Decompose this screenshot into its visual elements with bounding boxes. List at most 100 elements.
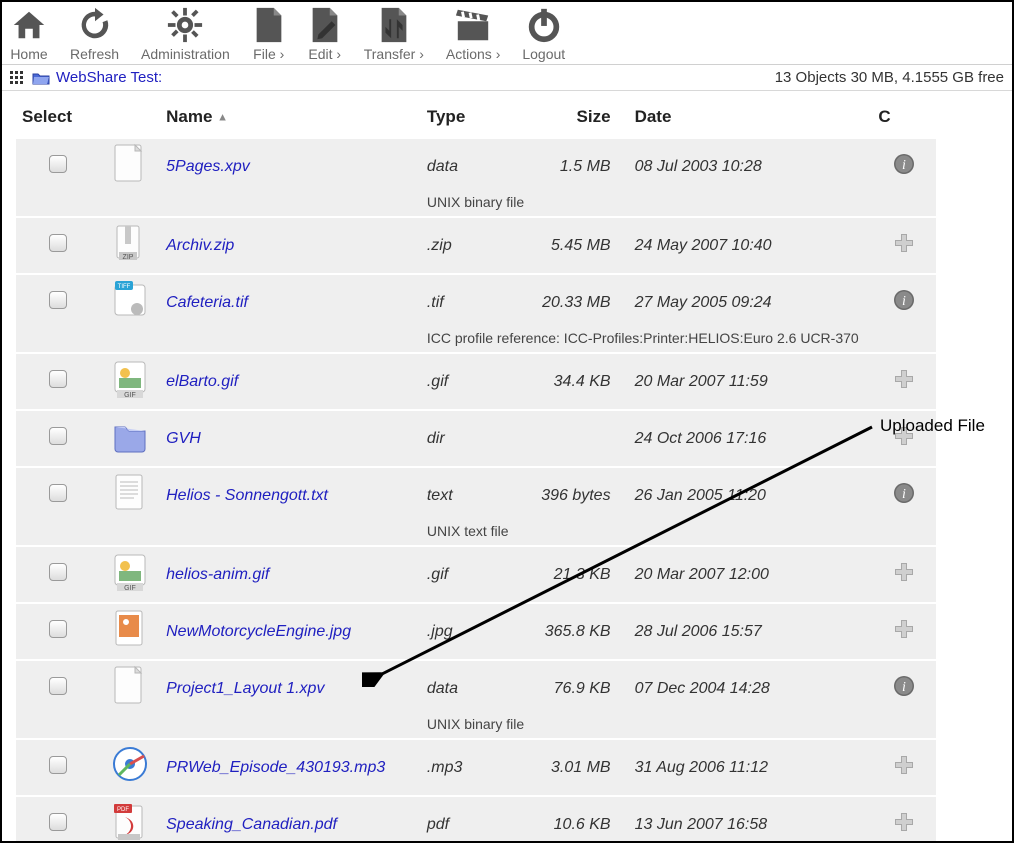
file-label: File › xyxy=(253,46,284,62)
col-c[interactable]: C xyxy=(872,99,936,138)
file-date: 08 Jul 2003 10:28 xyxy=(629,138,873,194)
file-date: 13 Jun 2007 16:58 xyxy=(629,796,873,843)
app-frame: Home Refresh Administration File › Edit … xyxy=(0,0,1014,843)
file-type: .tif xyxy=(421,274,512,330)
power-icon xyxy=(525,6,563,44)
col-icon xyxy=(101,99,160,138)
plus-icon[interactable] xyxy=(893,232,915,254)
file-type: .zip xyxy=(421,217,512,274)
file-type: data xyxy=(421,138,512,194)
file-size: 76.9 KB xyxy=(512,660,629,716)
file-type: .gif xyxy=(421,546,512,603)
table-row-detail: ICC profile reference: ICC-Profiles:Prin… xyxy=(16,330,936,353)
row-checkbox[interactable] xyxy=(49,484,67,502)
file-type: dir xyxy=(421,410,512,467)
main-toolbar: Home Refresh Administration File › Edit … xyxy=(2,2,1012,65)
col-name[interactable]: Name ▲ xyxy=(160,99,421,138)
plus-icon[interactable] xyxy=(893,811,915,833)
transfer-icon xyxy=(377,6,411,44)
file-link[interactable]: Speaking_Canadian.pdf xyxy=(166,816,337,833)
file-detail: UNIX binary file xyxy=(421,716,936,739)
gif-icon xyxy=(111,358,149,400)
file-type: .jpg xyxy=(421,603,512,660)
breadcrumb[interactable]: WebShare Test: xyxy=(56,69,162,86)
info-icon[interactable] xyxy=(893,675,915,697)
row-checkbox[interactable] xyxy=(49,813,67,831)
transfer-menu[interactable]: Transfer › xyxy=(364,6,424,62)
file-menu[interactable]: File › xyxy=(252,6,286,62)
file-size: 5.45 MB xyxy=(512,217,629,274)
home-icon xyxy=(10,6,48,44)
file-size: 34.4 KB xyxy=(512,353,629,410)
refresh-icon xyxy=(76,6,114,44)
grid-view-icon[interactable] xyxy=(10,71,26,85)
plus-icon[interactable] xyxy=(893,561,915,583)
administration-button[interactable]: Administration xyxy=(141,6,230,62)
file-link[interactable]: NewMotorcycleEngine.jpg xyxy=(166,623,351,640)
file-type: .gif xyxy=(421,353,512,410)
plus-icon[interactable] xyxy=(893,754,915,776)
file-detail: UNIX text file xyxy=(421,523,936,546)
file-link[interactable]: GVH xyxy=(166,430,201,447)
row-checkbox[interactable] xyxy=(49,370,67,388)
row-checkbox[interactable] xyxy=(49,563,67,581)
tiff-icon xyxy=(111,279,149,321)
file-detail: UNIX binary file xyxy=(421,194,936,217)
file-date: 27 May 2005 09:24 xyxy=(629,274,873,330)
file-detail: ICC profile reference: ICC-Profiles:Prin… xyxy=(421,330,936,353)
annotation-label: Uploaded File xyxy=(880,416,985,436)
file-date: 20 Mar 2007 11:59 xyxy=(629,353,873,410)
file-size: 365.8 KB xyxy=(512,603,629,660)
file-type: .mp3 xyxy=(421,739,512,796)
actions-menu[interactable]: Actions › xyxy=(446,6,500,62)
file-date: 07 Dec 2004 14:28 xyxy=(629,660,873,716)
row-checkbox[interactable] xyxy=(49,234,67,252)
file-link[interactable]: Project1_Layout 1.xpv xyxy=(166,680,324,697)
doc-icon xyxy=(111,143,149,185)
file-date: 26 Jan 2005 11:20 xyxy=(629,467,873,523)
col-select[interactable]: Select xyxy=(16,99,101,138)
row-checkbox[interactable] xyxy=(49,620,67,638)
table-row: Helios - Sonnengott.txt text 396 bytes 2… xyxy=(16,467,936,523)
row-checkbox[interactable] xyxy=(49,155,67,173)
clapper-icon xyxy=(454,6,492,44)
info-icon[interactable] xyxy=(893,153,915,175)
pdf-icon xyxy=(111,801,149,843)
administration-label: Administration xyxy=(141,46,230,62)
table-row: GVH dir 24 Oct 2006 17:16 xyxy=(16,410,936,467)
file-link[interactable]: helios-anim.gif xyxy=(166,566,269,583)
table-row: Archiv.zip .zip 5.45 MB 24 May 2007 10:4… xyxy=(16,217,936,274)
file-link[interactable]: elBarto.gif xyxy=(166,373,238,390)
home-button[interactable]: Home xyxy=(10,6,48,62)
plus-icon[interactable] xyxy=(893,368,915,390)
plus-icon[interactable] xyxy=(893,618,915,640)
file-link[interactable]: PRWeb_Episode_430193.mp3 xyxy=(166,759,385,776)
file-link[interactable]: Archiv.zip xyxy=(166,237,234,254)
row-checkbox[interactable] xyxy=(49,291,67,309)
col-date[interactable]: Date xyxy=(629,99,873,138)
file-link[interactable]: Helios - Sonnengott.txt xyxy=(166,487,328,504)
mp3-icon xyxy=(111,744,149,786)
info-icon[interactable] xyxy=(893,482,915,504)
file-link[interactable]: Cafeteria.tif xyxy=(166,294,248,311)
file-link[interactable]: 5Pages.xpv xyxy=(166,158,250,175)
row-checkbox[interactable] xyxy=(49,756,67,774)
folder-open-icon[interactable] xyxy=(32,71,50,85)
table-row-detail: UNIX text file xyxy=(16,523,936,546)
col-type[interactable]: Type xyxy=(421,99,512,138)
logout-button[interactable]: Logout xyxy=(522,6,565,62)
table-row: elBarto.gif .gif 34.4 KB 20 Mar 2007 11:… xyxy=(16,353,936,410)
path-bar: WebShare Test: 13 Objects 30 MB, 4.1555 … xyxy=(2,65,1012,91)
file-date: 24 Oct 2006 17:16 xyxy=(629,410,873,467)
row-checkbox[interactable] xyxy=(49,427,67,445)
file-size: 1.5 MB xyxy=(512,138,629,194)
table-row: NewMotorcycleEngine.jpg .jpg 365.8 KB 28… xyxy=(16,603,936,660)
row-checkbox[interactable] xyxy=(49,677,67,695)
file-type: pdf xyxy=(421,796,512,843)
refresh-button[interactable]: Refresh xyxy=(70,6,119,62)
col-size[interactable]: Size xyxy=(512,99,629,138)
folder-icon xyxy=(111,415,149,457)
edit-menu[interactable]: Edit › xyxy=(308,6,342,62)
info-icon[interactable] xyxy=(893,289,915,311)
gif-icon xyxy=(111,551,149,593)
